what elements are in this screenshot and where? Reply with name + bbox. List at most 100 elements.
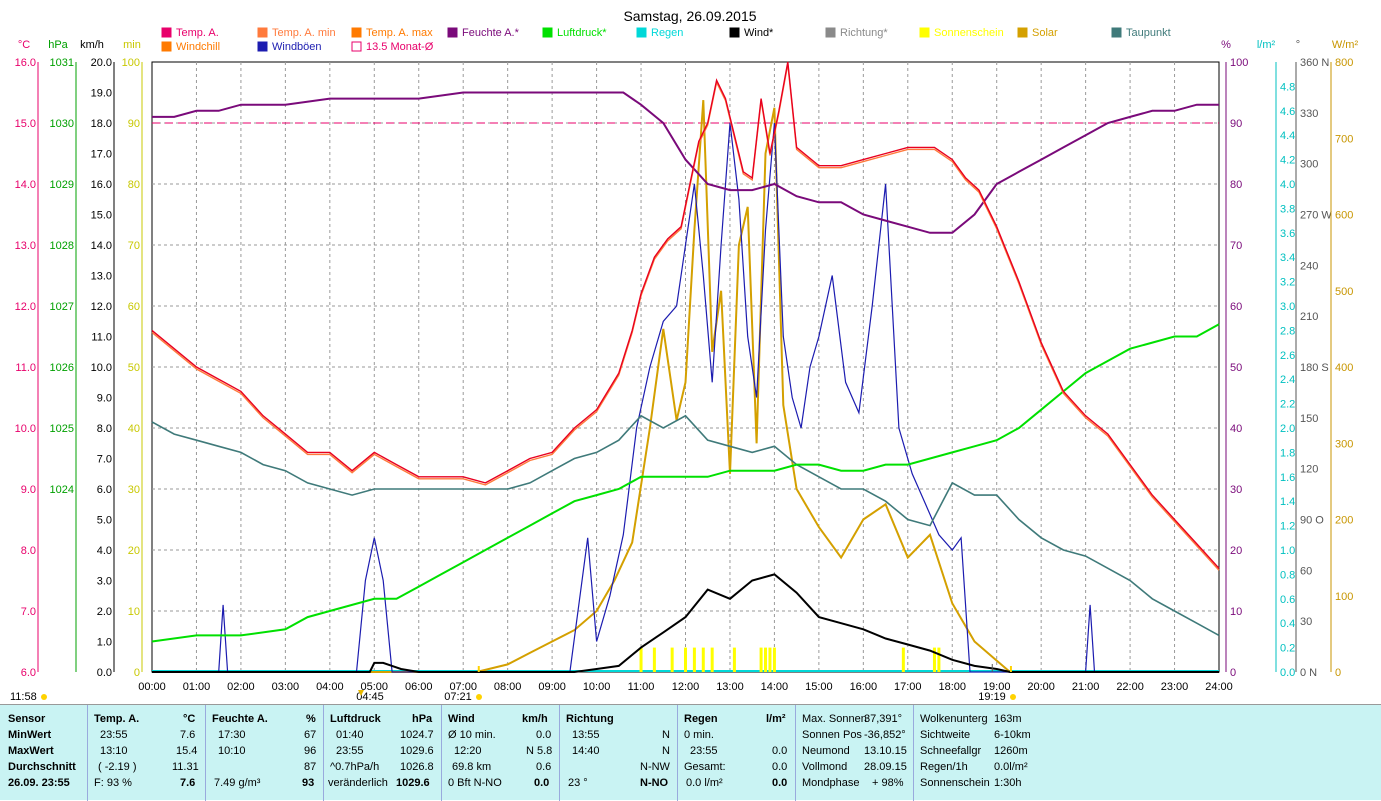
temp-time: 23:55	[100, 729, 128, 741]
wind-unit: km/h	[522, 713, 548, 725]
temp-value: 7.6	[180, 777, 196, 789]
sunshine-bar	[692, 647, 696, 672]
left-axis-tick: 9.0	[21, 484, 36, 496]
legend-swatch	[351, 27, 362, 38]
sunshine-bar	[732, 647, 736, 672]
misc-value: 1260m	[994, 745, 1028, 757]
left-axis-unit: °C	[18, 39, 30, 51]
temp-time: ( -2.19 )	[98, 761, 137, 773]
right-axis-tick: 600	[1335, 210, 1353, 222]
left-axis-tick: 11.0	[15, 362, 36, 374]
x-axis-tick: 12:00	[672, 681, 700, 693]
left-axis-tick: 70	[128, 240, 140, 252]
left-axis-tick: 16.0	[15, 57, 36, 69]
direction-value: N-NO	[640, 777, 669, 789]
left-axis-tick: 10.0	[15, 423, 36, 435]
left-axis-tick: 40	[128, 423, 140, 435]
legend-label: Feuchte A.*	[462, 27, 520, 39]
rain-unit: l/m²	[766, 713, 786, 725]
sunshine-bar	[670, 647, 674, 672]
right-axis-tick: 0 N	[1300, 667, 1317, 679]
x-axis-tick: 09:00	[538, 681, 566, 693]
x-axis-tick: 10:00	[583, 681, 611, 693]
left-axis-tick: 1026	[50, 362, 74, 374]
right-axis-tick: 0	[1335, 667, 1341, 679]
right-axis-tick: 3.6	[1280, 228, 1295, 240]
sun-icon	[41, 694, 47, 700]
legend-label: Temp. A.	[176, 27, 219, 39]
left-axis-tick: 7.0	[97, 454, 112, 466]
x-axis-tick: 13:00	[716, 681, 744, 693]
right-axis-tick: 20	[1230, 545, 1242, 557]
pressure-trend: ^0.7hPa/h	[330, 761, 380, 773]
wind-column: Wind km/h Ø 10 min. 0.0 12:20 N 5.8 69.8…	[442, 705, 560, 801]
sensor-row: Durchschnitt	[8, 761, 76, 773]
x-axis-tick: 06:00	[405, 681, 433, 693]
legend-swatch	[257, 41, 268, 52]
sunshine-bar	[710, 647, 714, 672]
right-axis-tick: 90 O	[1300, 515, 1324, 527]
legend-swatch	[825, 27, 836, 38]
pressure-time: 23:55	[336, 745, 364, 757]
x-axis-tick: 02:00	[227, 681, 255, 693]
direction-time: 13:55	[572, 729, 600, 741]
x-axis-tick: 00:00	[138, 681, 166, 693]
sensor-column: Sensor MinWert MaxWert Durchschnitt 26.0…	[0, 705, 88, 801]
right-axis-tick: 100	[1335, 591, 1353, 603]
rain-value: 0.0	[772, 761, 788, 773]
direction-value: N	[662, 729, 670, 741]
legend-label: Richtung*	[840, 27, 888, 39]
left-axis-tick: 15.0	[15, 118, 36, 130]
right-axis-tick: 4.8	[1280, 81, 1295, 93]
right-axis-tick: 90	[1230, 118, 1242, 130]
direction-time: 14:40	[572, 745, 600, 757]
legend: Temp. A. Windchill Temp. A. min Windböen Tem…	[161, 27, 1171, 53]
left-axis-tick: 11.0	[91, 332, 112, 344]
sun-key: Sonnen Pos	[802, 729, 862, 741]
left-axis-tick: 80	[128, 179, 140, 191]
x-axis-tick: 22:00	[1116, 681, 1144, 693]
right-axis-tick: 10	[1230, 606, 1242, 618]
right-axis-tick: 150	[1300, 413, 1318, 425]
pressure-trend-text: veränderlich	[328, 777, 388, 789]
moon-value: 13.10.15	[864, 745, 907, 757]
legend-label: Taupunkt	[1126, 27, 1171, 39]
left-axis-tick: 9.0	[97, 393, 112, 405]
right-axis-tick: 2.4	[1280, 374, 1295, 386]
direction-value: N-NW	[640, 761, 670, 773]
left-axis-tick: 5.0	[97, 515, 112, 527]
right-axis-tick: 3.8	[1280, 203, 1295, 215]
legend-swatch	[161, 41, 172, 52]
sun-value: -36,852°	[864, 729, 906, 741]
left-axis-tick: 10.0	[91, 362, 112, 374]
rain-value: 0.0	[772, 777, 788, 789]
right-axis-tick: 800	[1335, 57, 1353, 69]
direction-degrees: 23 °	[568, 777, 588, 789]
left-axis-tick: 1024	[50, 484, 74, 496]
rain-label: Gesamt:	[684, 761, 726, 773]
moon-value: + 98%	[872, 777, 904, 789]
right-axis-tick: 0.4	[1280, 618, 1295, 630]
wind-label: Ø 10 min.	[448, 729, 496, 741]
misc-key: Sonnenschein	[920, 777, 990, 789]
wind-header: Wind	[448, 713, 475, 725]
legend-label: Temp. A. min	[272, 27, 336, 39]
legend-label: Solar	[1032, 27, 1058, 39]
right-axis-tick: 1.6	[1280, 472, 1295, 484]
right-axis-tick: 400	[1335, 362, 1353, 374]
temp-header: Temp. A.	[94, 713, 140, 725]
left-axis-tick: 4.0	[97, 545, 112, 557]
legend-swatch	[542, 27, 553, 38]
x-axis-tick: 04:00	[316, 681, 344, 693]
legend-swatch	[351, 41, 362, 52]
pressure-column: Luftdruck hPa 01:40 1024.7 23:55 1029.6 …	[324, 705, 442, 801]
legend-swatch	[729, 27, 740, 38]
temp-value: 7.6	[180, 729, 196, 741]
right-axis-tick: 0.8	[1280, 569, 1295, 581]
moon-key: Neumond	[802, 745, 850, 757]
right-axis-tick: 0.6	[1280, 594, 1295, 606]
rain-total: 0.0 l/m²	[686, 777, 723, 789]
sensor-row: 26.09. 23:55	[8, 777, 70, 789]
sun-value: 37,391°	[864, 713, 903, 725]
rain-column: Regen l/m² 0 min. 23:55 0.0 Gesamt: 0.0 …	[678, 705, 796, 801]
